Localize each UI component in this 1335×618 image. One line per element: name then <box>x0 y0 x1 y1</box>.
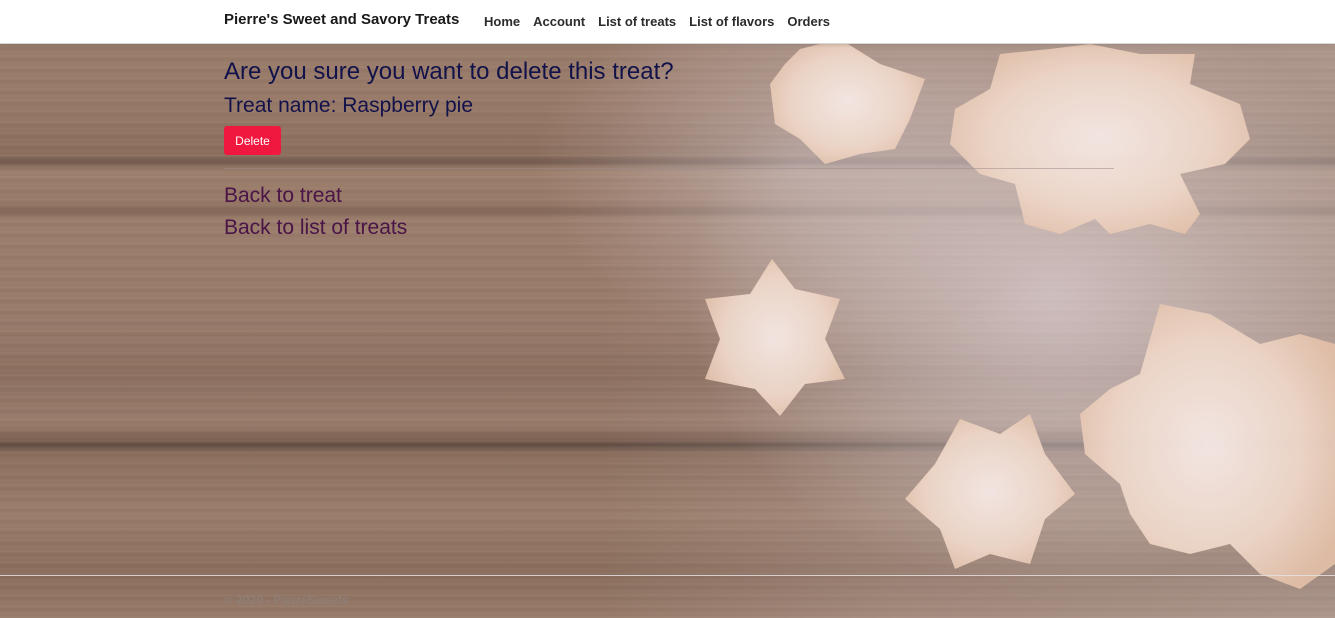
delete-confirmation-heading: Are you sure you want to delete this tre… <box>224 58 674 85</box>
footer-divider <box>0 575 1335 576</box>
nav-links: Home Account List of treats List of flav… <box>484 13 830 31</box>
back-to-treat-link[interactable]: Back to treat <box>224 184 342 208</box>
nav-link-account[interactable]: Account <box>533 14 585 29</box>
nav-link-list-of-treats[interactable]: List of treats <box>598 14 676 29</box>
treat-name-label: Treat name: Raspberry pie <box>224 94 473 117</box>
nav-item-home: Home <box>484 13 520 31</box>
nav-link-orders[interactable]: Orders <box>787 14 830 29</box>
nav-item-account: Account <box>533 13 585 31</box>
footer-copyright: © 2020 - PierreSweets <box>224 593 349 607</box>
background-overlay <box>0 44 1335 618</box>
nav-item-treats: List of treats <box>598 13 676 31</box>
delete-button[interactable]: Delete <box>224 126 281 155</box>
top-navbar: Pierre's Sweet and Savory Treats Home Ac… <box>0 0 1335 44</box>
background-image <box>0 44 1335 618</box>
content-divider <box>224 168 1114 169</box>
brand-link[interactable]: Pierre's Sweet and Savory Treats <box>224 11 459 28</box>
back-to-list-of-treats-link[interactable]: Back to list of treats <box>224 216 407 240</box>
nav-item-orders: Orders <box>787 13 830 31</box>
nav-item-flavors: List of flavors <box>689 13 774 31</box>
nav-link-list-of-flavors[interactable]: List of flavors <box>689 14 774 29</box>
nav-link-home[interactable]: Home <box>484 14 520 29</box>
